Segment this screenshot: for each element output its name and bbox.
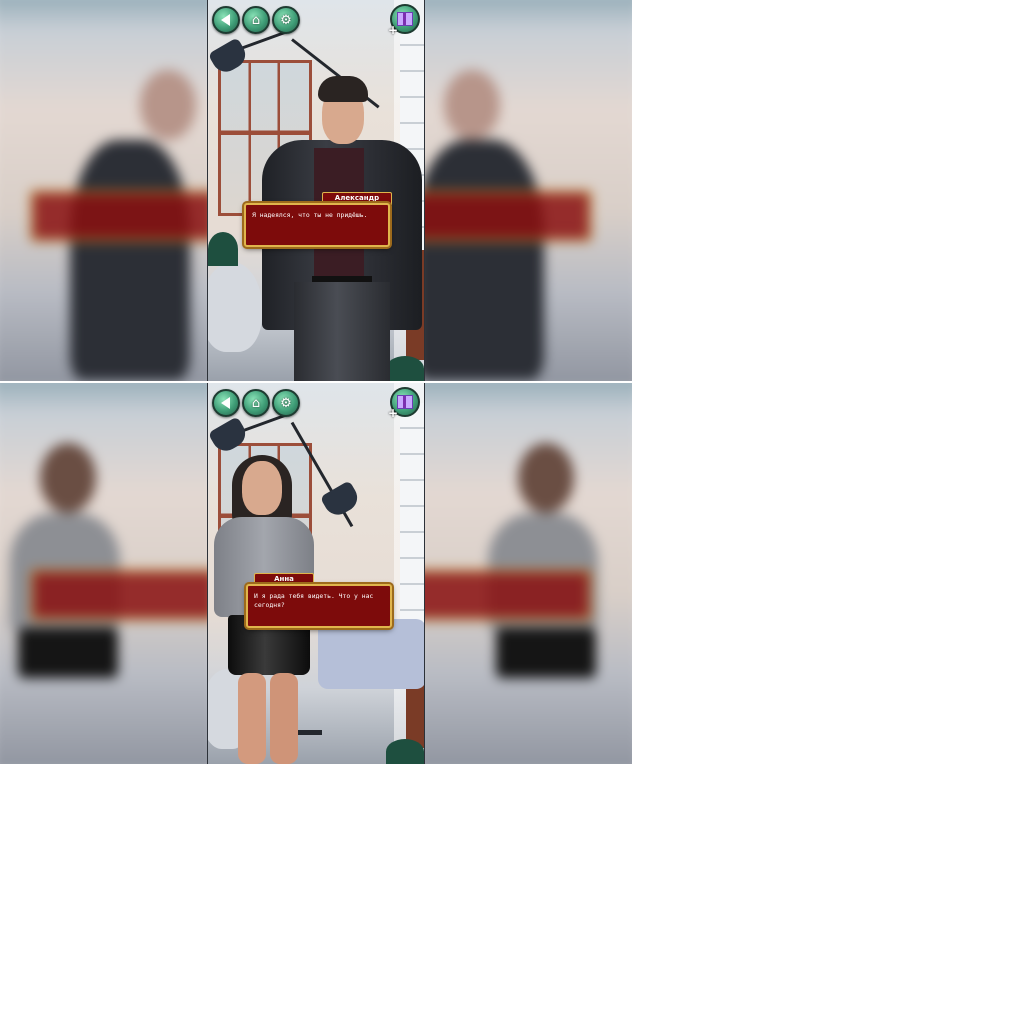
wardrobe-button[interactable]: ⌂ — [242, 6, 270, 34]
window-blinds — [400, 403, 424, 633]
lamp-base — [296, 730, 322, 735]
settings-button[interactable]: ⚙ — [272, 6, 300, 34]
speaker-name: Александр — [334, 194, 380, 202]
leg — [238, 673, 266, 764]
gear-icon: ⚙ — [280, 395, 292, 411]
gear-icon: ⚙ — [280, 12, 292, 28]
gift-box-icon — [397, 395, 413, 409]
game-scene[interactable]: ⌂ ⚙ + Александр Я надеялся, что ты не пр… — [208, 0, 424, 381]
story-frame-1: ⌂ ⚙ + Александр Я надеялся, что ты не пр… — [0, 0, 632, 381]
gift-button[interactable]: + — [388, 387, 420, 420]
plus-icon: + — [388, 23, 399, 37]
gift-box-icon — [397, 12, 413, 26]
plant — [386, 356, 424, 381]
blurred-background-right — [424, 383, 632, 764]
blurred-background-left — [0, 0, 208, 381]
settings-button[interactable]: ⚙ — [272, 389, 300, 417]
back-arrow-icon — [220, 397, 230, 409]
blurred-background-left — [0, 383, 208, 764]
clothes-hanger-icon: ⌂ — [251, 12, 261, 28]
clothes-hanger-icon: ⌂ — [251, 395, 261, 411]
dialogue-box[interactable]: И я рада тебя видеть. Что у нас сегодня? — [246, 584, 392, 628]
plus-icon: + — [388, 406, 399, 420]
chair — [208, 262, 262, 352]
back-arrow-icon — [220, 14, 230, 26]
gift-button[interactable]: + — [388, 4, 420, 37]
sofa — [318, 619, 424, 689]
plant — [208, 232, 238, 266]
back-button[interactable] — [212, 6, 240, 34]
hair — [318, 76, 368, 102]
wardrobe-button[interactable]: ⌂ — [242, 389, 270, 417]
dialogue-text: Я надеялся, что ты не придёшь. — [252, 211, 368, 219]
leg — [270, 673, 298, 764]
trousers — [294, 282, 390, 381]
game-scene[interactable]: ⌂ ⚙ + Анна И я рада тебя видеть. Что у н… — [208, 383, 424, 764]
story-frame-2: ⌂ ⚙ + Анна И я рада тебя видеть. Что у н… — [0, 383, 632, 764]
back-button[interactable] — [212, 389, 240, 417]
plant — [386, 739, 424, 764]
blurred-background-right — [424, 0, 632, 381]
dialogue-text: И я рада тебя видеть. Что у нас сегодня? — [254, 592, 374, 609]
face — [242, 461, 282, 515]
speaker-name: Анна — [274, 575, 294, 583]
dialogue-box[interactable]: Я надеялся, что ты не придёшь. — [244, 203, 390, 247]
